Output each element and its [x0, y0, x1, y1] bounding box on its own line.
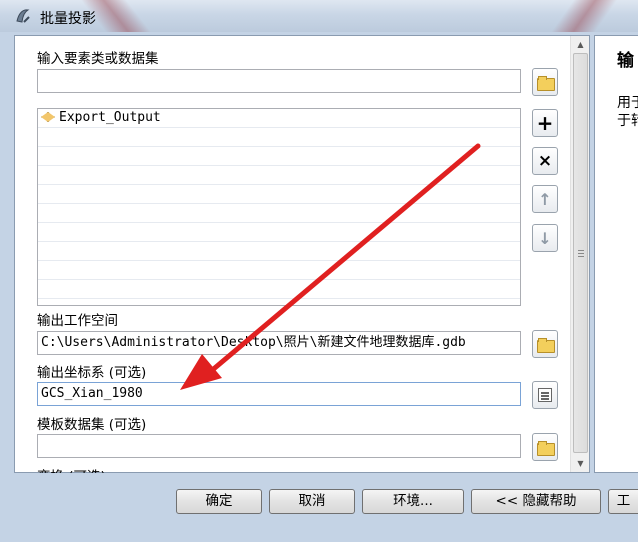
input-field[interactable]: [37, 69, 521, 93]
arrow-down-icon: ↓: [538, 228, 552, 248]
hide-help-button[interactable]: << 隐藏帮助: [471, 489, 601, 514]
workspace-label: 输出工作空间: [37, 313, 118, 329]
parameters-pane: 输入要素类或数据集 Export_Output + × ↑ ↓ 输出工作空间 C…: [14, 35, 590, 473]
plus-icon: +: [536, 111, 554, 135]
list-row-empty: [38, 242, 520, 261]
coord-properties-button[interactable]: [532, 381, 558, 409]
scroll-thumb[interactable]: [573, 53, 588, 453]
workspace-field[interactable]: C:\Users\Administrator\Desktop\照片\新建文件地理…: [37, 331, 521, 355]
help-pane: 输 用于 于转: [594, 35, 638, 473]
list-row-empty: [38, 261, 520, 280]
list-row-empty: [38, 280, 520, 299]
input-label: 输入要素类或数据集: [37, 51, 159, 67]
browse-workspace-button[interactable]: [532, 330, 558, 358]
help-title: 输: [617, 51, 634, 71]
environments-button[interactable]: 环境...: [362, 489, 464, 514]
ok-button[interactable]: 确定: [176, 489, 262, 514]
input-list[interactable]: Export_Output: [37, 108, 521, 306]
list-row-empty: [38, 185, 520, 204]
template-label: 模板数据集 (可选): [37, 417, 147, 433]
folder-icon: [537, 440, 555, 456]
transform-label: 变换 (可选): [37, 465, 106, 473]
window-title: 批量投影: [40, 11, 96, 27]
list-item[interactable]: Export_Output: [38, 109, 520, 128]
folder-icon: [537, 337, 555, 353]
list-item-label: Export_Output: [59, 110, 161, 125]
title-bar-decoration: [537, 0, 619, 32]
close-icon: ×: [537, 151, 553, 171]
browse-input-button[interactable]: [532, 68, 558, 96]
help-text-line: 用于: [617, 95, 638, 111]
template-field[interactable]: [37, 434, 521, 458]
vertical-scrollbar[interactable]: ▲ ▼: [570, 36, 589, 472]
browse-template-button[interactable]: [532, 433, 558, 461]
list-row-empty: [38, 147, 520, 166]
help-text: 用于 于转: [617, 94, 638, 130]
title-bar: 批量投影: [0, 0, 638, 32]
tool-icon: [16, 9, 30, 23]
move-up-button[interactable]: ↑: [532, 185, 558, 213]
list-row-empty: [38, 223, 520, 242]
list-row-empty: [38, 128, 520, 147]
help-text-line: 于转: [617, 113, 638, 129]
scroll-down-arrow[interactable]: ▼: [571, 455, 590, 472]
remove-item-button[interactable]: ×: [532, 147, 558, 175]
arrow-up-icon: ↑: [538, 189, 552, 209]
list-row-empty: [38, 204, 520, 223]
properties-icon: [538, 388, 552, 402]
feature-class-icon: [41, 112, 55, 122]
move-down-button[interactable]: ↓: [532, 224, 558, 252]
folder-icon: [537, 75, 555, 91]
tool-help-button[interactable]: 工: [608, 489, 638, 514]
coord-system-field[interactable]: GCS_Xian_1980: [37, 382, 521, 406]
list-row-empty: [38, 166, 520, 185]
cancel-button[interactable]: 取消: [269, 489, 355, 514]
grip-icon: [578, 250, 584, 257]
scroll-up-arrow[interactable]: ▲: [571, 36, 590, 53]
coord-system-label: 输出坐标系 (可选): [37, 365, 147, 381]
add-item-button[interactable]: +: [532, 109, 558, 137]
